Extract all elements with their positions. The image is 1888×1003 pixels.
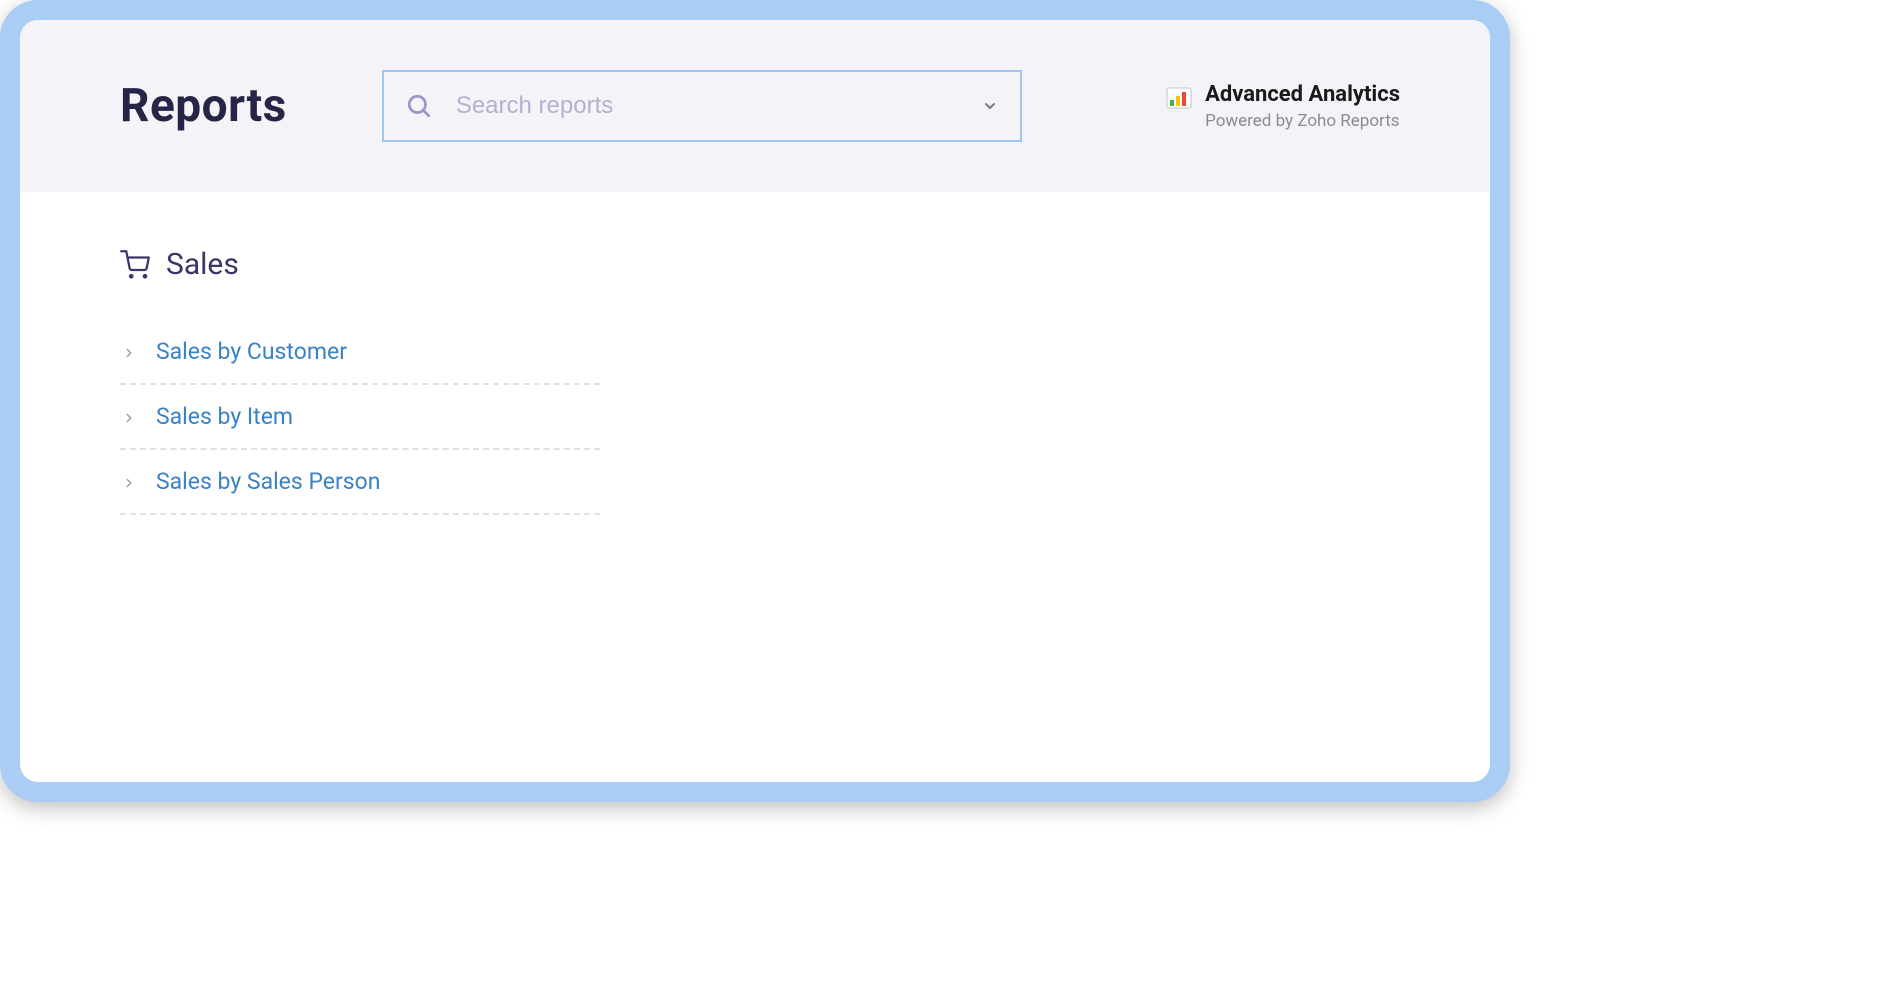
report-list: Sales by Customer Sales by Item Sale: [120, 320, 600, 515]
analytics-subtitle: Powered by Zoho Reports: [1205, 111, 1400, 131]
report-item-sales-by-item[interactable]: Sales by Item: [120, 385, 600, 450]
chevron-right-icon: [122, 345, 136, 359]
reports-header: Reports: [20, 20, 1490, 192]
search-box[interactable]: [382, 70, 1022, 142]
chevron-down-icon[interactable]: [982, 98, 998, 114]
report-item-sales-by-customer[interactable]: Sales by Customer: [120, 320, 600, 385]
section-header-sales: Sales: [120, 247, 1390, 282]
report-label: Sales by Item: [156, 403, 293, 430]
report-item-sales-by-sales-person[interactable]: Sales by Sales Person: [120, 450, 600, 515]
search-icon: [406, 93, 432, 119]
analytics-chart-icon: [1165, 84, 1193, 112]
reports-content: Sales Sales by Customer Sales by It: [20, 192, 1490, 570]
report-label: Sales by Customer: [156, 338, 347, 365]
report-label: Sales by Sales Person: [156, 468, 381, 495]
search-input[interactable]: [456, 92, 958, 120]
reports-window: Reports: [0, 0, 1510, 802]
chevron-right-icon: [122, 410, 136, 424]
cart-icon: [120, 250, 150, 280]
section-title: Sales: [166, 247, 239, 282]
advanced-analytics-link[interactable]: Advanced Analytics Powered by Zoho Repor…: [1165, 82, 1400, 131]
chevron-right-icon: [122, 475, 136, 489]
page-title: Reports: [120, 79, 287, 133]
analytics-title: Advanced Analytics: [1205, 82, 1400, 107]
analytics-text: Advanced Analytics Powered by Zoho Repor…: [1205, 82, 1400, 131]
